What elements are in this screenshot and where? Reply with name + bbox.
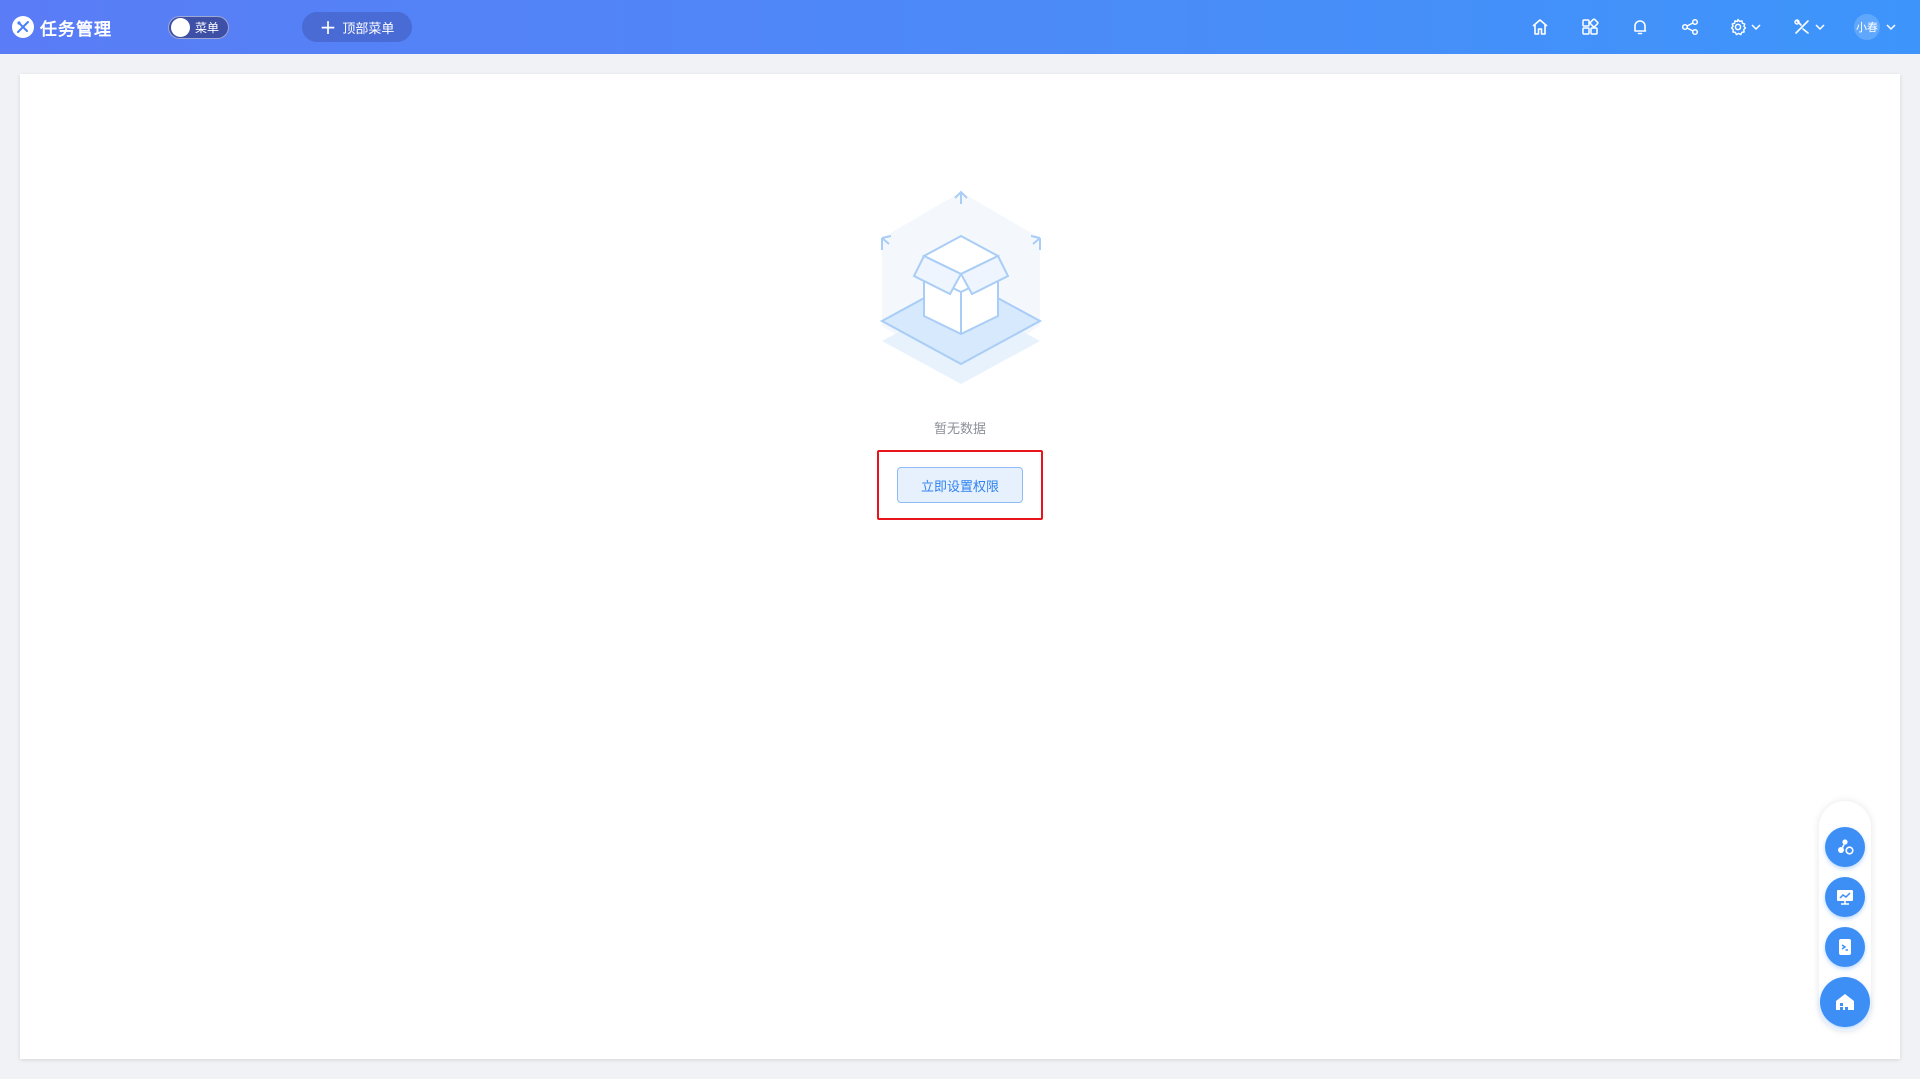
apps-grid-icon[interactable] bbox=[1580, 14, 1600, 40]
terminal-doc-icon bbox=[1839, 939, 1851, 955]
workflow-gear-button[interactable] bbox=[1825, 827, 1865, 867]
tools-icon bbox=[1794, 19, 1809, 34]
home-building-icon bbox=[1836, 994, 1854, 1010]
plus-icon: + bbox=[319, 15, 337, 39]
workflow-gear-icon bbox=[1838, 839, 1854, 855]
screen-chart-icon bbox=[1837, 890, 1853, 905]
avatar: 小春 bbox=[1854, 14, 1880, 40]
empty-box-illustration bbox=[879, 190, 1043, 384]
toggle-knob bbox=[171, 18, 190, 37]
home-building-button[interactable] bbox=[1820, 977, 1870, 1027]
top-navigation-bar: 任务管理 菜单 + 顶部菜单 小春 bbox=[0, 0, 1920, 54]
terminal-doc-button[interactable] bbox=[1825, 927, 1865, 967]
chevron-down-icon bbox=[1815, 24, 1825, 31]
home-icon[interactable] bbox=[1530, 14, 1550, 40]
bell-icon[interactable] bbox=[1630, 14, 1650, 40]
menu-toggle-switch[interactable]: 菜单 bbox=[168, 16, 229, 39]
floating-action-dock bbox=[1819, 801, 1871, 1031]
tools-menu[interactable] bbox=[1792, 14, 1826, 40]
gear-icon bbox=[1730, 18, 1747, 36]
screen-chart-button[interactable] bbox=[1825, 877, 1865, 917]
brand[interactable]: 任务管理 bbox=[12, 14, 112, 40]
set-permission-button[interactable]: 立即设置权限 bbox=[897, 467, 1023, 503]
user-menu[interactable]: 小春 bbox=[1854, 14, 1897, 40]
chevron-down-icon bbox=[1751, 24, 1761, 31]
settings-menu[interactable] bbox=[1728, 14, 1762, 40]
chevron-down-icon bbox=[1886, 24, 1896, 31]
app-logo-icon bbox=[12, 16, 34, 38]
empty-state-text: 暂无数据 bbox=[933, 422, 986, 437]
top-menu-label: 顶部菜单 bbox=[342, 21, 395, 37]
share-icon[interactable] bbox=[1680, 14, 1700, 40]
menu-toggle-label: 菜单 bbox=[195, 21, 220, 35]
app-title: 任务管理 bbox=[40, 19, 112, 40]
top-menu-button[interactable]: + 顶部菜单 bbox=[302, 12, 412, 42]
